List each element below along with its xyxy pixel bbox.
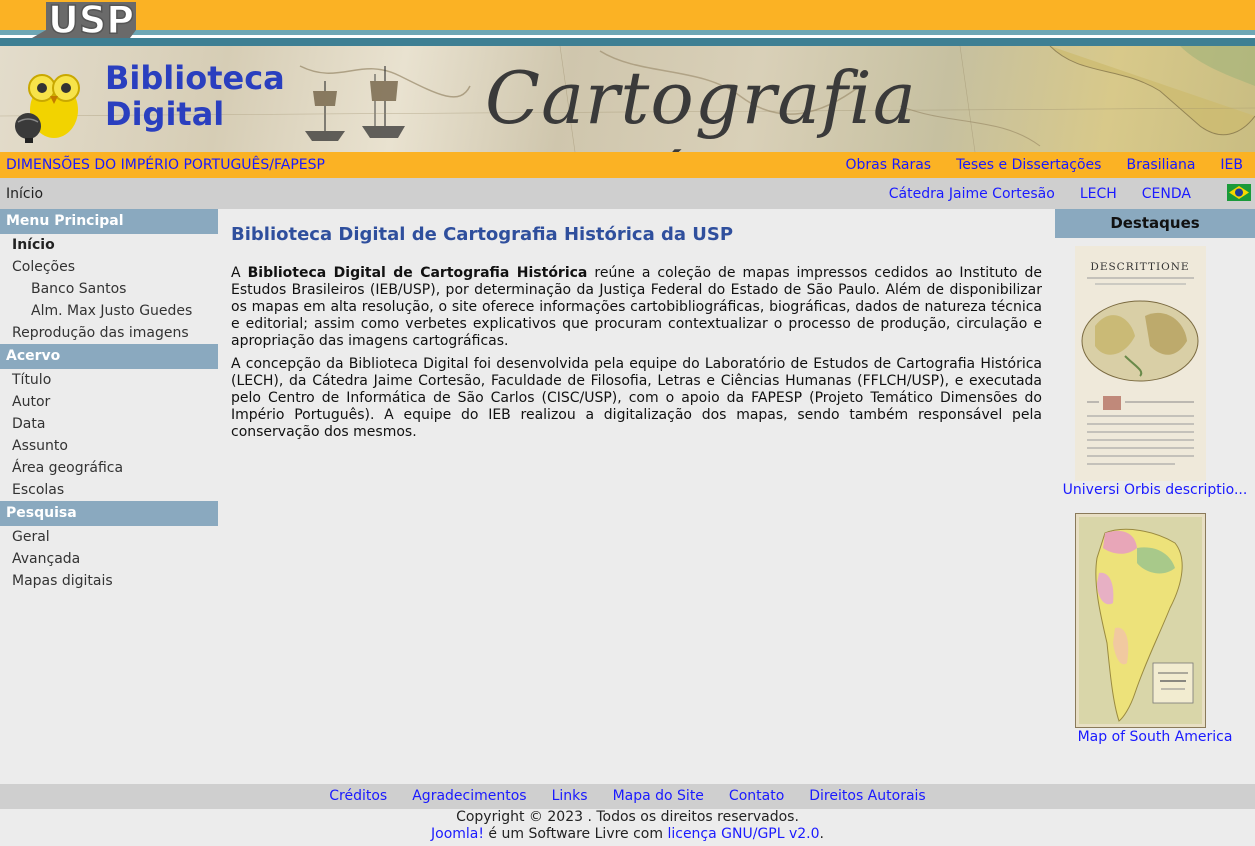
nav-link-brasiliana[interactable]: Brasiliana <box>1126 157 1195 173</box>
brazil-flag-icon[interactable] <box>1227 184 1251 201</box>
usp-logo[interactable]: USP <box>18 0 138 42</box>
highlight-caption-universi-orbis[interactable]: Universi Orbis descriptio... <box>1055 482 1255 498</box>
copyright: Copyright © 2023 . Todos os direitos res… <box>0 809 1255 843</box>
menu-item-data[interactable]: Data <box>0 413 218 435</box>
menu-item-banco-santos[interactable]: Banco Santos <box>0 278 218 300</box>
teal-stripe <box>0 30 1255 46</box>
footer-link-contato[interactable]: Contato <box>729 784 784 809</box>
license-link[interactable]: licença GNU/GPL v2.0 <box>667 826 819 842</box>
menu-item-titulo[interactable]: Título <box>0 369 218 391</box>
page-title: Biblioteca Digital de Cartografia Histór… <box>231 224 734 245</box>
nav-link-dimensoes[interactable]: DIMENSÕES DO IMPÉRIO PORTUGUÊS/FAPESP <box>6 157 325 173</box>
highlights-heading: Destaques <box>1055 209 1255 238</box>
site-title-line1: Biblioteca <box>105 59 285 97</box>
menu-acervo-heading: Acervo <box>0 344 218 369</box>
footer-link-links[interactable]: Links <box>552 784 588 809</box>
nav-link-teses[interactable]: Teses e Dissertações <box>956 157 1101 173</box>
ship-icon <box>362 66 405 138</box>
description-paragraph: A concepção da Biblioteca Digital foi de… <box>231 356 1042 440</box>
joomla-link[interactable]: Joomla! <box>431 826 484 842</box>
copyright-text: Copyright © 2023 . Todos os direitos res… <box>456 809 799 825</box>
usp-logo-text: USP <box>48 0 134 42</box>
highlight-thumbnail-south-america[interactable] <box>1075 513 1206 728</box>
footer-link-agradecimentos[interactable]: Agradecimentos <box>412 784 526 809</box>
link-lech[interactable]: LECH <box>1080 186 1117 202</box>
software-text: é um Software Livre com <box>483 826 668 842</box>
highlights-column: Destaques DESCRITTIONE Universi Orbis de… <box>1055 209 1255 745</box>
main-content: Biblioteca Digital de Cartografia Histór… <box>231 222 1042 440</box>
menu-principal-heading: Menu Principal <box>0 209 218 234</box>
license-end: . <box>819 826 824 842</box>
menu-item-avancada[interactable]: Avançada <box>0 548 218 570</box>
breadcrumb: Início <box>6 186 44 202</box>
menu-item-autor[interactable]: Autor <box>0 391 218 413</box>
menu-item-reproducao[interactable]: Reprodução das imagens <box>0 322 218 344</box>
left-menu: Menu Principal Início Coleções Banco San… <box>0 209 218 592</box>
footer-link-mapa-do-site[interactable]: Mapa do Site <box>613 784 704 809</box>
thumb-heading-text: DESCRITTIONE <box>1090 261 1189 273</box>
intro-bold: Biblioteca Digital de Cartografia Histór… <box>247 265 588 281</box>
nav-link-obras-raras[interactable]: Obras Raras <box>845 157 931 173</box>
intro-paragraph: A Biblioteca Digital de Cartografia Hist… <box>231 265 1042 350</box>
site-title: Biblioteca Digital <box>105 60 285 132</box>
footer-links: Créditos Agradecimentos Links Mapa do Si… <box>0 784 1255 809</box>
highlight-thumbnail-world-map[interactable]: DESCRITTIONE <box>1075 246 1206 481</box>
secondary-nav: Início Cátedra Jaime Cortesão LECH CENDA <box>0 178 1255 209</box>
top-nav: DIMENSÕES DO IMPÉRIO PORTUGUÊS/FAPESP Ob… <box>0 152 1255 178</box>
software-notice: Joomla! é um Software Livre com licença … <box>0 826 1255 843</box>
footer-link-creditos[interactable]: Créditos <box>329 784 387 809</box>
secondary-links: Cátedra Jaime Cortesão LECH CENDA <box>889 186 1191 202</box>
menu-pesquisa-heading: Pesquisa <box>0 501 218 526</box>
ship-icon <box>305 81 345 141</box>
menu-item-area-geografica[interactable]: Área geográfica <box>0 457 218 479</box>
menu-item-colecoes[interactable]: Coleções <box>0 256 218 278</box>
menu-item-mapas-digitais[interactable]: Mapas digitais <box>0 570 218 592</box>
banner-title: Cartografia Histórica <box>485 56 917 152</box>
menu-item-max-justo-guedes[interactable]: Alm. Max Justo Guedes <box>0 300 218 322</box>
header-banner: Biblioteca Digital Cartografia Histórica <box>0 46 1255 152</box>
owl-logo-icon <box>15 74 80 143</box>
nav-right-links: Obras Raras Teses e Dissertações Brasili… <box>845 157 1243 173</box>
site-title-line2: Digital <box>105 95 225 133</box>
menu-item-geral[interactable]: Geral <box>0 526 218 548</box>
highlight-caption-south-america[interactable]: Map of South America <box>1055 729 1255 745</box>
nav-link-ieb[interactable]: IEB <box>1220 157 1243 173</box>
top-bar <box>0 0 1255 30</box>
footer-link-direitos-autorais[interactable]: Direitos Autorais <box>809 784 925 809</box>
link-catedra[interactable]: Cátedra Jaime Cortesão <box>889 186 1055 202</box>
menu-item-escolas[interactable]: Escolas <box>0 479 218 501</box>
intro-prefix: A <box>231 265 248 281</box>
menu-item-assunto[interactable]: Assunto <box>0 435 218 457</box>
menu-item-inicio[interactable]: Início <box>0 234 218 256</box>
link-cenda[interactable]: CENDA <box>1142 186 1191 202</box>
